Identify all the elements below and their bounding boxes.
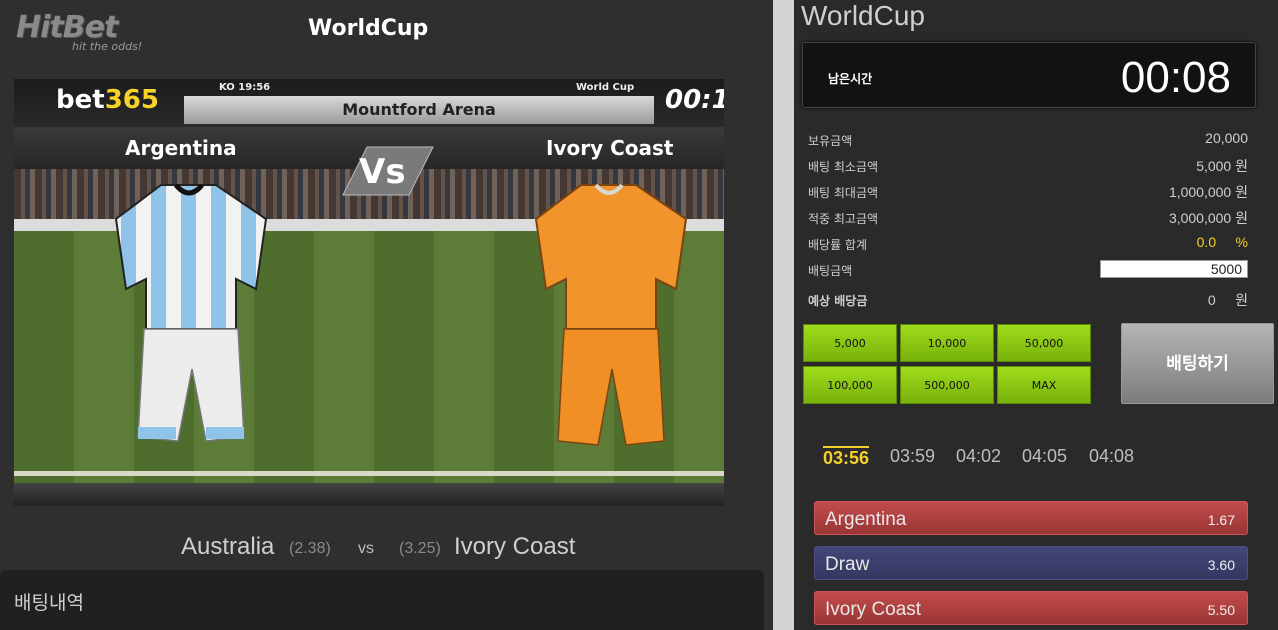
pitch-line	[14, 471, 724, 476]
odds-option-draw[interactable]: Draw 3.60	[814, 546, 1248, 580]
expected-payout-row: 예상 배당금 0 원	[808, 290, 1248, 310]
odds-option-value: 5.50	[1207, 602, 1235, 618]
amount-button-10000[interactable]: 10,000	[900, 324, 994, 362]
odds-option-away[interactable]: Ivory Coast 5.50	[814, 591, 1248, 625]
expected-payout-value: 0 원	[1207, 292, 1248, 308]
svg-text:Vs: Vs	[359, 152, 406, 192]
max-win-value: 3,000,000 원	[1168, 210, 1248, 226]
match-video: bet365 KO 19:56 World Cup Mountford Aren…	[14, 79, 724, 506]
odds-sum-row: 배당률 합계 0.0 %	[808, 234, 1248, 254]
min-bet-value: 5,000 원	[1196, 158, 1248, 174]
round-time[interactable]: 04:02	[956, 446, 1001, 467]
arena-name: Mountford Arena	[184, 96, 654, 124]
game-area: HitBet hit the odds! WorldCup bet365 KO …	[0, 0, 773, 630]
balance-value: 20,000	[1205, 130, 1248, 146]
max-bet-row: 배팅 최대금액 1,000,000 원	[808, 182, 1248, 202]
amount-button-max[interactable]: MAX	[997, 366, 1091, 404]
hitbet-logo[interactable]: HitBet hit the odds!	[16, 10, 156, 58]
betting-panel: WorldCup 남은시간 00:08 보유금액 20,000 배팅 최소금액 …	[794, 0, 1278, 630]
amount-button-5000[interactable]: 5,000	[803, 324, 897, 362]
bet-history-panel[interactable]: 배팅내역	[0, 570, 764, 630]
brand-prefix: bet	[56, 85, 105, 115]
video-team-home: Argentina	[125, 136, 237, 160]
amount-button-500000[interactable]: 500,000	[900, 366, 994, 404]
min-bet-row: 배팅 최소금액 5,000 원	[808, 156, 1248, 176]
argentina-kit	[114, 183, 268, 442]
bet-amount-input[interactable]	[1100, 260, 1248, 278]
odds-sum-label: 배당률 합계	[808, 238, 868, 252]
bet-amount-label: 배팅금액	[808, 264, 853, 278]
round-time[interactable]: 04:08	[1089, 446, 1134, 467]
place-bet-button[interactable]: 배팅하기	[1121, 323, 1274, 404]
panel-divider	[773, 0, 794, 630]
video-bottom-bar	[14, 483, 724, 506]
max-win-label: 적중 최고금액	[808, 212, 879, 226]
balance-row: 보유금액 20,000	[808, 130, 1248, 150]
remaining-time-value: 00:08	[1120, 53, 1231, 102]
odds-option-name: Draw	[825, 554, 870, 575]
kickoff-time: KO 19:56	[219, 82, 271, 93]
logo-tagline: hit the odds!	[72, 40, 143, 53]
amount-button-50000[interactable]: 50,000	[997, 324, 1091, 362]
odds-option-name: Argentina	[825, 509, 907, 530]
ivory-coast-kit	[534, 183, 688, 446]
odds-option-value: 3.60	[1207, 557, 1235, 573]
odds-option-value: 1.67	[1207, 512, 1235, 528]
round-time[interactable]: 04:05	[1022, 446, 1067, 467]
odds-option-name: Ivory Coast	[825, 599, 922, 620]
remaining-time-label: 남은시간	[828, 72, 873, 86]
round-time[interactable]: 03:59	[890, 446, 935, 467]
amount-button-100000[interactable]: 100,000	[803, 366, 897, 404]
balance-label: 보유금액	[808, 134, 853, 148]
match-summary: Australia (2.38) vs (3.25) Ivory Coast	[0, 530, 760, 564]
panel-title: WorldCup	[801, 0, 925, 31]
vs-emblem: Vs	[342, 146, 434, 196]
countdown-box: 남은시간 00:08	[802, 42, 1256, 108]
competition-label: World Cup	[576, 82, 635, 93]
match-vs: vs	[358, 540, 374, 557]
match-odd2: (3.25)	[399, 540, 441, 557]
max-win-row: 적중 최고금액 3,000,000 원	[808, 208, 1248, 228]
odds-option-home[interactable]: Argentina 1.67	[814, 501, 1248, 535]
match-team1: Australia	[181, 533, 275, 560]
max-bet-value: 1,000,000 원	[1168, 184, 1248, 200]
video-team-away: Ivory Coast	[546, 136, 674, 160]
brand-suffix: 365	[104, 85, 159, 115]
video-scoreboard: bet365 KO 19:56 World Cup Mountford Aren…	[14, 79, 724, 127]
max-bet-label: 배팅 최대금액	[808, 186, 879, 200]
bet-history-title: 배팅내역	[14, 592, 84, 614]
bet365-logo: bet365	[56, 85, 159, 115]
match-team2: Ivory Coast	[454, 533, 576, 560]
video-timer: 00:1	[665, 85, 724, 115]
match-odd1: (2.38)	[289, 540, 331, 557]
min-bet-label: 배팅 최소금액	[808, 160, 879, 174]
round-time-active[interactable]: 03:56	[823, 446, 870, 469]
bet-amount-row: 배팅금액	[808, 260, 1248, 280]
expected-payout-label: 예상 배당금	[808, 294, 868, 308]
odds-sum-value: 0.0 %	[1196, 234, 1248, 250]
game-title: WorldCup	[308, 16, 429, 41]
